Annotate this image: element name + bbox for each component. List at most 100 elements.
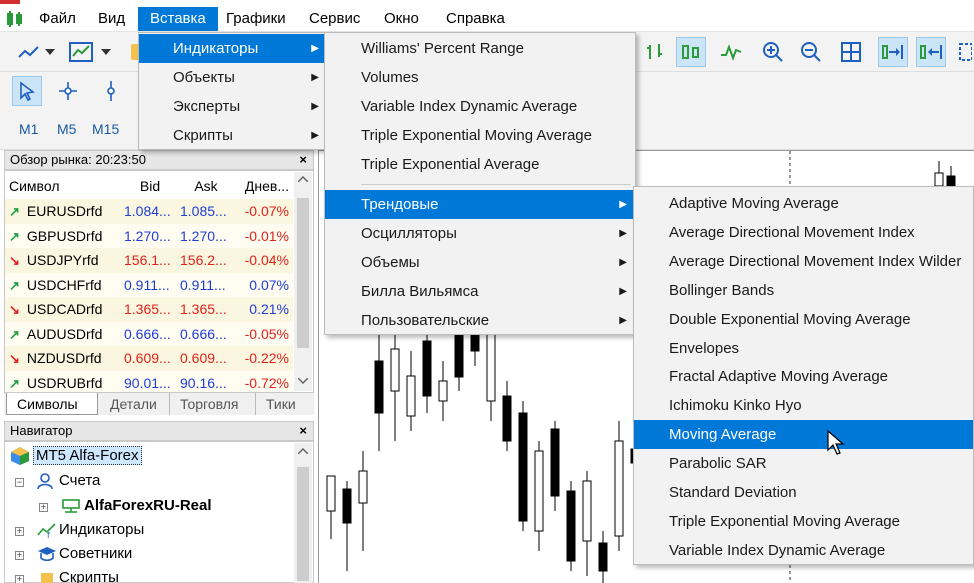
column-bid[interactable]: Bid [124, 178, 176, 194]
arrow-down-icon: ↘ [9, 302, 20, 317]
menu-item-trend-indicator[interactable]: Envelopes [634, 334, 973, 363]
market-watch-scrollbar[interactable] [294, 172, 312, 391]
arrow-up-icon: ↗ [9, 375, 20, 391]
scroll-thumb[interactable] [297, 198, 309, 348]
menu-item-recent[interactable]: Variable Index Dynamic Average [325, 92, 635, 121]
crosshair-icon[interactable] [53, 76, 83, 106]
menu-item-bill-williams[interactable]: Билла Вильямса ▶ [325, 277, 635, 306]
menu-item-trend-indicator[interactable]: Ichimoku Kinko Hyo [634, 391, 973, 420]
bar-chart-icon[interactable] [640, 37, 670, 67]
symbol-cell: ↗ EURUSDrfd [9, 199, 121, 224]
menu-item-trend-indicator[interactable]: Average Directional Movement Index [634, 218, 973, 247]
menu-item-recent[interactable]: Triple Exponential Average [325, 150, 635, 179]
nav-scripts[interactable]: Скрипты [59, 569, 119, 583]
menu-item-scripts[interactable]: Скрипты ▶ [139, 121, 327, 150]
line-type-icon[interactable] [716, 37, 746, 67]
arrow-up-icon: ↗ [9, 277, 20, 293]
zoom-out-icon[interactable] [796, 37, 826, 67]
chevron-down-icon[interactable] [96, 37, 116, 67]
menu-item-objects[interactable]: Объекты ▶ [139, 63, 327, 92]
vertical-line-icon[interactable] [96, 76, 126, 106]
tab-symbols[interactable]: Символы [6, 393, 98, 415]
menu-item-recent[interactable]: Williams' Percent Range [325, 34, 635, 63]
table-row[interactable]: ↗ AUDUSDrfd 0.666... 0.666... -0.05% [5, 321, 293, 346]
menu-item-trend-indicator[interactable]: Double Exponential Moving Average [634, 305, 973, 334]
market-watch-table: Символ Bid Ask Днев... ↗ EURUSDrfd 1.084..… [4, 170, 314, 395]
menu-view[interactable]: Вид [86, 7, 137, 31]
menu-item-oscillators[interactable]: Осцилляторы ▶ [325, 219, 635, 248]
table-row[interactable]: ↗ EURUSDrfd 1.084... 1.085... -0.07% [5, 199, 293, 224]
scroll-up-icon[interactable] [298, 176, 308, 182]
column-ask[interactable]: Ask [180, 178, 232, 194]
expand-icon[interactable]: + [39, 503, 48, 512]
nav-indicators[interactable]: Индикаторы [59, 521, 144, 538]
chevron-down-icon[interactable] [40, 37, 60, 67]
timeframe-m1[interactable]: M1 [19, 121, 38, 137]
tile-windows-icon[interactable] [836, 37, 866, 67]
zoom-in-icon[interactable] [758, 37, 788, 67]
nav-terminal[interactable]: MT5 Alfa-Forex [33, 446, 142, 465]
menu-item-trend-indicator[interactable]: Variable Index Dynamic Average [634, 536, 973, 565]
menu-item-recent[interactable]: Volumes [325, 63, 635, 92]
menu-insert[interactable]: Вставка [138, 7, 218, 31]
menu-item-custom[interactable]: Пользовательские ▶ [325, 306, 635, 335]
chart-shift-icon[interactable] [916, 37, 946, 67]
menu-tools[interactable]: Сервис [297, 7, 372, 31]
column-symbol[interactable]: Символ [9, 178, 121, 194]
candle-body [454, 330, 464, 378]
collapse-icon[interactable]: − [15, 478, 24, 487]
menu-item-trend-indicator[interactable]: Bollinger Bands [634, 276, 973, 305]
menu-item-trend-indicator[interactable]: Adaptive Moving Average [634, 189, 973, 218]
table-row[interactable]: ↘ USDCADrfd 1.365... 1.365... 0.21% [5, 297, 293, 322]
arrow-up-icon: ↗ [9, 204, 20, 219]
scroll-up-icon[interactable] [298, 448, 308, 454]
menu-item-trend-indicator[interactable]: Triple Exponential Moving Average [634, 507, 973, 536]
change-cell: -0.01% [244, 227, 289, 244]
tab-trading[interactable]: Торговля [170, 393, 256, 415]
change-cell: -0.07% [244, 203, 289, 219]
column-daily-change[interactable]: Днев... [237, 178, 289, 194]
menu-charts[interactable]: Графики [214, 7, 298, 31]
change-cell: -0.04% [244, 252, 289, 268]
menu-item-trend-indicator[interactable]: Moving Average [634, 420, 973, 450]
close-icon[interactable]: × [299, 151, 307, 169]
expand-icon[interactable]: + [15, 551, 24, 560]
candle-body [550, 428, 560, 497]
more-tools-icon[interactable] [956, 37, 974, 67]
nav-account-server[interactable]: AlfaForexRU-Real [84, 497, 212, 514]
cursor-icon[interactable] [12, 76, 42, 106]
menu-help[interactable]: Справка [434, 7, 517, 31]
ask-cell: 0.666... [180, 325, 227, 342]
menu-item-indicators[interactable]: Индикаторы ▶ [139, 34, 327, 63]
menu-item-experts[interactable]: Эксперты ▶ [139, 92, 327, 121]
menu-window[interactable]: Окно [372, 7, 431, 31]
menu-item-trend-indicator[interactable]: Parabolic SAR [634, 449, 973, 478]
menu-item-trend-indicator[interactable]: Fractal Adaptive Moving Average [634, 362, 973, 391]
table-row[interactable]: ↘ NZDUSDrfd 0.609... 0.609... -0.22% [5, 346, 293, 371]
nav-accounts[interactable]: Счета [59, 472, 100, 489]
menu-file[interactable]: Файл [27, 7, 88, 31]
menu-item-trend-indicator[interactable]: Standard Deviation [634, 478, 973, 507]
scroll-down-icon[interactable] [298, 378, 308, 384]
expand-icon[interactable]: + [15, 575, 24, 583]
submenu-arrow-icon: ▶ [311, 101, 319, 112]
expand-icon[interactable]: + [15, 527, 24, 536]
chart-window-icon[interactable] [66, 37, 96, 67]
tab-ticks[interactable]: Тики [256, 393, 314, 415]
navigator-scrollbar[interactable] [294, 443, 312, 583]
scroll-thumb[interactable] [297, 467, 309, 581]
table-row[interactable]: ↗ USDCHFrfd 0.911... 0.911... 0.07% [5, 272, 293, 297]
candlestick-icon[interactable] [676, 37, 706, 67]
timeframe-m15[interactable]: M15 [92, 121, 119, 137]
timeframe-m5[interactable]: M5 [57, 121, 76, 137]
menu-item-recent[interactable]: Triple Exponential Moving Average [325, 121, 635, 150]
close-icon[interactable]: × [299, 422, 307, 440]
menu-item-trend[interactable]: Трендовые ▶ [325, 190, 635, 219]
tab-details[interactable]: Детали [100, 393, 170, 415]
autoscroll-icon[interactable] [878, 37, 908, 67]
table-row[interactable]: ↗ GBPUSDrfd 1.270... 1.270... -0.01% [5, 223, 293, 248]
menu-item-trend-indicator[interactable]: Average Directional Movement Index Wilde… [634, 247, 973, 276]
table-row[interactable]: ↘ USDJPYrfd 156.1... 156.2... -0.04% [5, 248, 293, 273]
nav-experts[interactable]: Советники [59, 545, 132, 562]
menu-item-volumes[interactable]: Объемы ▶ [325, 248, 635, 277]
